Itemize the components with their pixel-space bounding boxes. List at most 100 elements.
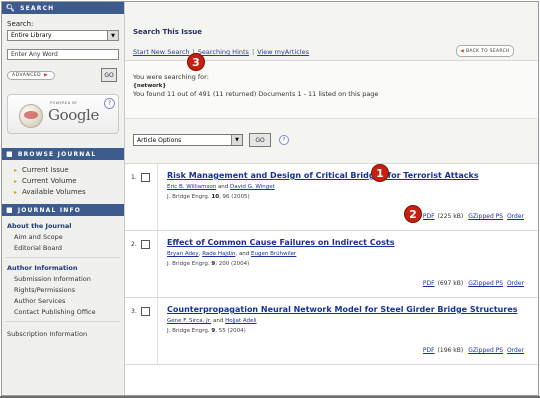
search-query: {network} [133, 83, 167, 89]
sidebar-item-rights[interactable]: Rights/Permissions [14, 286, 124, 294]
browse-header-label: BROWSE JOURNAL [17, 150, 97, 158]
sidebar-item-aim-scope[interactable]: Aim and Scope [14, 233, 124, 241]
author-link[interactable]: Eugen Brühwiler [251, 251, 296, 257]
advanced-search-button[interactable]: ADVANCED ▶ [7, 70, 55, 80]
sidebar-item-label: Available Volumes [22, 188, 86, 196]
callout-marker-3: 3 [187, 53, 205, 71]
callout-marker-2: 2 [404, 205, 422, 223]
gzipped-ps-link[interactable]: GZipped PS [468, 280, 503, 287]
pdf-link[interactable]: PDF [423, 213, 435, 220]
book-icon: ■ [6, 150, 14, 158]
result-download-links: PDF (225 kB) GZipped PS Order [423, 213, 524, 220]
sidebar-item-label: Current Volume [22, 177, 77, 185]
searching-for-label: You were searching for: [133, 73, 209, 81]
author-connector: and [238, 251, 250, 257]
result-download-links: PDF (196 kB) GZipped PS Order [423, 347, 524, 354]
result-title-link[interactable]: Effect of Common Cause Failures on Indir… [167, 238, 394, 247]
article-options-value: Article Options [137, 136, 182, 144]
start-new-search-link[interactable]: Start New Search [133, 48, 190, 56]
page-title: Search This Issue [133, 28, 202, 36]
file-size: (225 kB) [437, 213, 464, 220]
author-link[interactable]: Rade Hajdin [202, 251, 235, 257]
author-link[interactable]: Gene F. Sirca, Jr. [167, 318, 211, 324]
google-logo: Google [48, 106, 99, 124]
result-number: 3. [131, 308, 137, 315]
advanced-label: ADVANCED [12, 72, 42, 78]
result-citation: J. Bridge Engrg. 10, 96 (2005) [167, 194, 250, 200]
view-myarticles-link[interactable]: View myArticles [257, 48, 309, 56]
journal-pages-year: , 55 (2004) [215, 328, 246, 334]
back-to-search-button[interactable]: ◀ BACK TO SEARCH [456, 45, 514, 57]
search-go-button[interactable]: GO [101, 68, 117, 82]
browser-frame: 🔍︎ SEARCH Search: Entire Library ▼ Enter… [1, 1, 539, 396]
result-citation: J. Bridge Engrg. 9, 55 (2004) [167, 328, 246, 334]
gzipped-ps-link[interactable]: GZipped PS [468, 213, 503, 220]
sidebar-item-editorial-board[interactable]: Editorial Board [14, 244, 124, 252]
order-link[interactable]: Order [507, 280, 524, 287]
list-item: 2. Effect of Common Cause Failures on In… [125, 231, 538, 298]
journal-volume: 10 [211, 194, 220, 200]
chevron-down-icon[interactable]: ▼ [107, 31, 118, 40]
searching-hints-link[interactable]: Searching Hints [198, 48, 249, 56]
journal-pages-year: , 200 (2004) [215, 261, 250, 267]
chevron-down-icon[interactable]: ▼ [231, 135, 242, 145]
gzipped-ps-link[interactable]: GZipped PS [468, 347, 503, 354]
journal-name: J. Bridge Engrg. [167, 194, 210, 200]
results-list: 1. Risk Management and Design of Critica… [125, 164, 538, 395]
order-link[interactable]: Order [507, 347, 524, 354]
callout-marker-1: 1 [371, 164, 389, 182]
journal-pages-year: , 96 (2005) [219, 194, 250, 200]
author-connector: and [217, 184, 229, 190]
result-checkbox[interactable] [141, 173, 150, 182]
sidebar-item-current-issue[interactable]: ▸ Current Issue [14, 166, 124, 174]
sidebar-item-subscription[interactable]: Subscription Information [7, 330, 124, 338]
divider [6, 321, 120, 322]
search-input[interactable]: Enter Any Word [7, 49, 119, 60]
author-link[interactable]: Hojjat Adeli [225, 318, 256, 324]
author-link[interactable]: Bryan Adey [167, 251, 199, 257]
article-options-go-button[interactable]: GO [249, 133, 271, 147]
sidebar-item-author-services[interactable]: Author Services [14, 297, 124, 305]
search-summary: You were searching for: {network} You fo… [125, 61, 538, 119]
list-item: 1. Risk Management and Design of Critica… [125, 164, 538, 231]
result-checkbox[interactable] [141, 240, 150, 249]
journal-info-header: ■ JOURNAL INFO [2, 204, 124, 216]
search-issue-panel: Search This Issue Start New Search | Searc… [125, 2, 538, 61]
back-to-search-label: BACK TO SEARCH [466, 48, 510, 54]
pdf-link[interactable]: PDF [423, 347, 435, 354]
author-info-heading[interactable]: Author Information [7, 264, 124, 272]
result-checkbox[interactable] [141, 307, 150, 316]
result-authors: Gene F. Sirca, Jr. and Hojjat Adeli [167, 318, 257, 324]
help-icon[interactable]: ? [104, 98, 115, 109]
result-number: 2. [131, 241, 137, 248]
author-link[interactable]: Eric B. Williamson [167, 184, 216, 190]
sidebar-item-current-volume[interactable]: ▸ Current Volume [14, 177, 124, 185]
sidebar-item-submission[interactable]: Submission Information [14, 275, 124, 283]
order-link[interactable]: Order [507, 213, 524, 220]
search-header: 🔍︎ SEARCH [2, 2, 124, 14]
sidebar-item-contact[interactable]: Contact Publishing Office [14, 308, 124, 316]
result-title-link[interactable]: Counterpropagation Neural Network Model … [167, 305, 518, 314]
arrow-right-icon: ▸ [14, 188, 18, 196]
arrow-right-icon: ▸ [14, 166, 18, 174]
result-title-link[interactable]: Risk Management and Design of Critical B… [167, 171, 479, 180]
journal-name: J. Bridge Engrg. [167, 261, 210, 267]
google-search-box[interactable]: POWERED BY Google ? [7, 94, 119, 134]
result-authors: Bryan Adey, Rade Hajdin, and Eugen Brühw… [167, 251, 297, 257]
pdf-link[interactable]: PDF [423, 280, 435, 287]
help-icon[interactable]: ? [279, 135, 289, 145]
author-link[interactable]: David G. Winget [230, 184, 275, 190]
result-citation: J. Bridge Engrg. 9, 200 (2004) [167, 261, 249, 267]
divider [6, 257, 120, 258]
search-scope-value: Entire Library [11, 32, 52, 39]
sidebar: 🔍︎ SEARCH Search: Entire Library ▼ Enter… [2, 2, 125, 395]
search-header-label: SEARCH [20, 4, 55, 12]
about-journal-heading[interactable]: About the Journal [7, 222, 124, 230]
article-options-select[interactable]: Article Options ▼ [133, 134, 243, 146]
sidebar-item-available-volumes[interactable]: ▸ Available Volumes [14, 188, 124, 196]
arrow-right-icon: ▶ [44, 72, 49, 78]
list-item: 3. Counterpropagation Neural Network Mod… [125, 298, 538, 365]
article-options-bar: Article Options ▼ GO ? [125, 119, 538, 164]
search-scope-select[interactable]: Entire Library ▼ [7, 30, 119, 41]
arrow-right-icon: ▸ [14, 177, 18, 185]
